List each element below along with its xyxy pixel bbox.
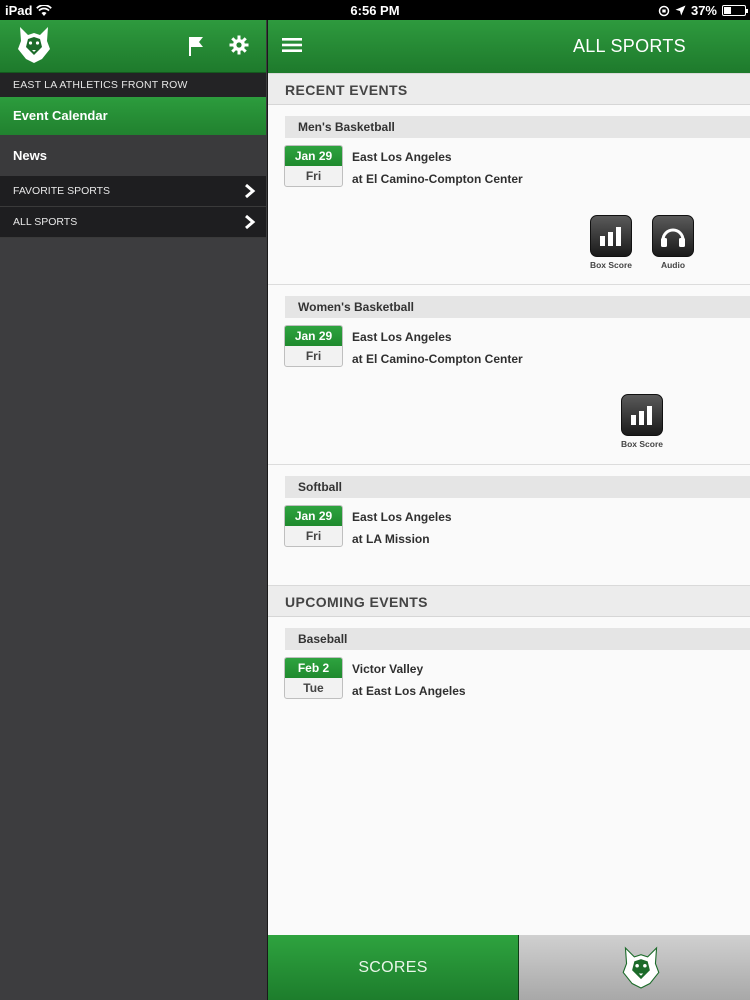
event-details: East Los Angeles at LA Mission — [352, 507, 452, 550]
sidebar: EAST LA ATHLETICS FRONT ROW Event Calend… — [0, 20, 266, 1000]
event-team: Victor Valley — [352, 662, 424, 676]
date-badge: Jan 29 Fri — [284, 145, 343, 187]
audio-label: Audio — [660, 260, 686, 270]
event-day: Fri — [305, 529, 322, 543]
sport-name: Women's Basketball — [285, 296, 750, 318]
event-location: at LA Mission — [352, 531, 430, 546]
sidebar-item-label: FAVORITE SPORTS — [13, 185, 111, 197]
event-team: East Los Angeles — [352, 330, 452, 344]
date-badge: Jan 29 Fri — [284, 505, 343, 547]
status-bar: iPad 6:56 PM 37% — [0, 0, 750, 20]
location-arrow-icon — [675, 5, 686, 16]
date-badge: Feb 2 Tue — [284, 657, 343, 699]
audio-headphones-icon — [652, 215, 694, 257]
box-score-label: Box Score — [589, 260, 633, 270]
status-right: 37% — [658, 3, 748, 18]
rotation-lock-icon — [658, 5, 670, 16]
sport-name: Softball — [285, 476, 750, 498]
event-location: at El Camino-Compton Center — [352, 171, 523, 186]
sidebar-item-favorite-sports[interactable]: FAVORITE SPORTS — [0, 176, 266, 207]
main-header: ALL SPORTS — [268, 20, 750, 73]
date-badge: Jan 29 Fri — [284, 325, 343, 367]
main-panel: ALL SPORTS RECENT EVENTS Men's Basketbal… — [267, 20, 750, 1000]
husky-logo[interactable] — [16, 25, 52, 65]
event-day: Fri — [305, 349, 322, 363]
event-team: East Los Angeles — [352, 510, 452, 524]
event-location: at El Camino-Compton Center — [352, 351, 523, 366]
menu-icon[interactable] — [282, 37, 302, 53]
event-date: Jan 29 — [285, 506, 342, 526]
box-score-button[interactable]: Box Score — [616, 394, 668, 449]
sidebar-section-title: EAST LA ATHLETICS FRONT ROW — [0, 73, 266, 97]
bottom-tab-bar: SCORES — [268, 935, 750, 1000]
section-upcoming-events: UPCOMING EVENTS — [268, 585, 750, 617]
sidebar-item-label: ALL SPORTS — [13, 216, 78, 228]
event-date: Jan 29 — [285, 326, 342, 346]
page-title: ALL SPORTS — [572, 36, 686, 56]
chevron-right-icon — [245, 214, 256, 230]
box-score-label: Box Score — [620, 439, 664, 449]
section-recent-events: RECENT EVENTS — [268, 73, 750, 105]
event-date: Jan 29 — [285, 146, 342, 166]
sidebar-item-news[interactable]: News — [0, 135, 266, 176]
status-time: 6:56 PM — [350, 3, 400, 18]
box-score-button[interactable]: Box Score — [585, 215, 637, 270]
event-card[interactable]: Baseball Feb 2 Tue Victor Valley at East… — [268, 617, 750, 717]
battery-icon — [722, 5, 748, 16]
audio-button[interactable]: Audio — [647, 215, 699, 270]
event-details: Victor Valley at East Los Angeles — [352, 659, 466, 702]
event-location: at East Los Angeles — [352, 683, 466, 698]
gear-icon[interactable] — [229, 35, 249, 55]
event-details: East Los Angeles at El Camino-Compton Ce… — [352, 327, 523, 370]
event-details: East Los Angeles at El Camino-Compton Ce… — [352, 147, 523, 190]
event-date: Feb 2 — [285, 658, 342, 678]
chevron-right-icon — [245, 183, 256, 199]
sidebar-item-event-calendar[interactable]: Event Calendar — [0, 97, 266, 135]
sidebar-header — [0, 20, 266, 73]
tab-scores[interactable]: SCORES — [268, 935, 519, 1000]
event-card[interactable]: Men's Basketball Jan 29 Fri East Los Ang… — [268, 105, 750, 285]
box-score-icon — [590, 215, 632, 257]
box-score-icon — [621, 394, 663, 436]
event-team: East Los Angeles — [352, 150, 452, 164]
event-card[interactable]: Women's Basketball Jan 29 Fri East Los A… — [268, 285, 750, 465]
sport-name: Men's Basketball — [285, 116, 750, 138]
sport-name: Baseball — [285, 628, 750, 650]
event-day: Tue — [303, 681, 324, 695]
tab-home[interactable] — [519, 935, 750, 1000]
sidebar-item-all-sports[interactable]: ALL SPORTS — [0, 207, 266, 238]
event-card[interactable]: Softball Jan 29 Fri East Los Angeles at … — [268, 465, 750, 585]
battery-percent: 37% — [690, 3, 717, 18]
event-day: Fri — [305, 169, 322, 183]
husky-logo — [622, 946, 660, 989]
app-window: iPad 6:56 PM 37% EAST LA ATHLETICS FRONT… — [0, 0, 750, 1000]
flag-icon[interactable] — [186, 35, 206, 57]
